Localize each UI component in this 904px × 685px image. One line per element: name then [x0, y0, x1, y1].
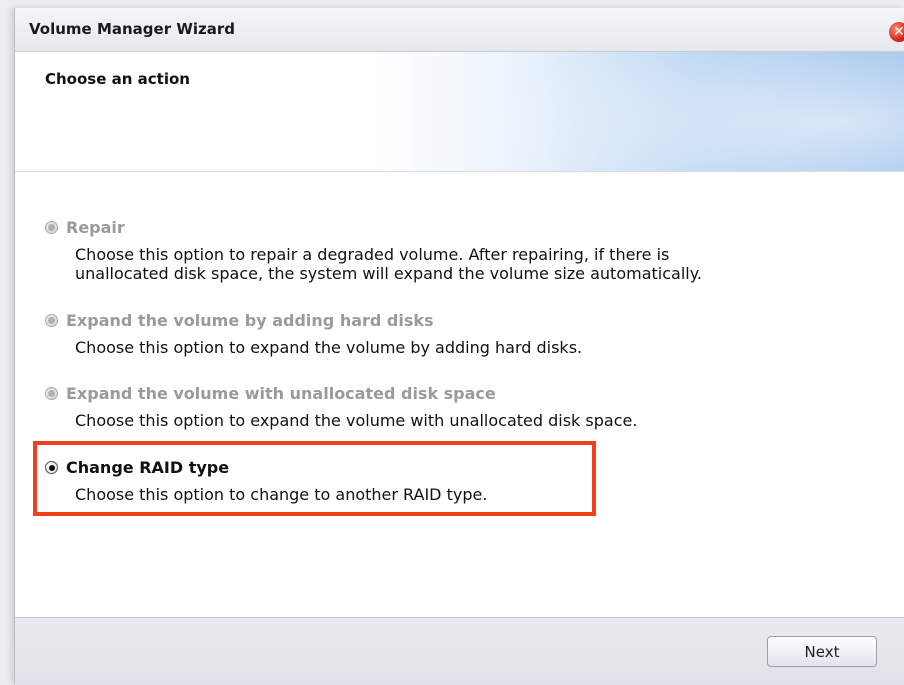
option-expand-unallocated[interactable]: Expand the volume with unallocated disk … [45, 384, 637, 430]
option-expand-add-disks[interactable]: Expand the volume by adding hard disks C… [45, 311, 582, 357]
radio-expand-unallocated[interactable] [45, 387, 58, 400]
radio-expand-add-disks[interactable] [45, 314, 58, 327]
close-icon[interactable]: ✕ [889, 22, 904, 42]
option-repair-description: Choose this option to repair a degraded … [75, 245, 702, 283]
highlight-box [33, 441, 596, 516]
page-title: Choose an action [45, 70, 190, 88]
header-decoration [415, 52, 904, 171]
next-button[interactable]: Next [767, 636, 877, 667]
option-repair-label: Repair [66, 218, 125, 237]
title-bar: Volume Manager Wizard ✕ [15, 8, 904, 52]
radio-repair[interactable] [45, 221, 58, 234]
wizard-footer: Next [15, 617, 904, 685]
option-expand-unallocated-label: Expand the volume with unallocated disk … [66, 384, 496, 403]
option-repair[interactable]: Repair Choose this option to repair a de… [45, 218, 702, 283]
option-expand-add-disks-label: Expand the volume by adding hard disks [66, 311, 434, 330]
window-title: Volume Manager Wizard [29, 20, 235, 38]
wizard-window: Volume Manager Wizard ✕ Choose an action… [14, 8, 904, 685]
option-expand-unallocated-description: Choose this option to expand the volume … [75, 411, 638, 430]
option-expand-add-disks-description: Choose this option to expand the volume … [75, 338, 583, 357]
wizard-header: Choose an action [15, 52, 904, 172]
